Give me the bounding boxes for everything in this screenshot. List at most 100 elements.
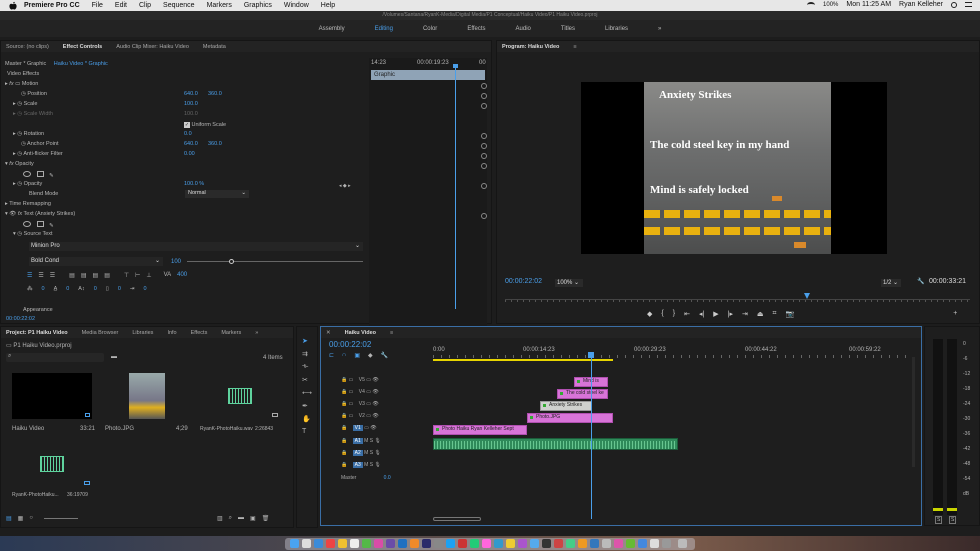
itunes-icon[interactable] <box>374 539 383 548</box>
track-v2[interactable]: 🔒 ▭ V2 ▭ 👁 <box>341 413 379 424</box>
font-family-select[interactable]: Minion Pro ⌄ <box>29 242 363 251</box>
tsume-value[interactable]: 0 <box>118 286 121 292</box>
list-view-icon[interactable]: ▤ <box>6 515 12 522</box>
item-name[interactable]: RyanK-PhotoHaiku... <box>12 492 59 498</box>
workspace-color[interactable]: Color <box>423 26 437 32</box>
thumb-wav-2[interactable] <box>12 441 92 487</box>
type-tool-icon[interactable]: T <box>302 428 312 435</box>
thumb-photo[interactable] <box>129 373 165 419</box>
mini-playhead[interactable] <box>455 64 456 309</box>
menu-sequence[interactable]: Sequence <box>163 2 195 9</box>
menu-markers[interactable]: Markers <box>207 2 232 9</box>
justify-center-icon[interactable]: ▤ <box>81 272 87 279</box>
text-layer-row[interactable]: ▾ 👁 fx Text (Anxiety Strikes) <box>5 211 75 221</box>
position-x-value[interactable]: 640.0 <box>184 91 198 97</box>
solo-left-button[interactable]: S <box>935 516 943 524</box>
pen-mask-icon[interactable]: ✎ <box>49 223 54 229</box>
item-name[interactable]: Photo.JPG <box>105 426 134 432</box>
app-icon[interactable] <box>494 539 503 548</box>
photoshop-icon[interactable] <box>398 539 407 548</box>
new-bin-icon[interactable]: ▬ <box>111 354 117 360</box>
menu-list-icon[interactable] <box>965 2 972 7</box>
mini-playhead-handle[interactable] <box>453 64 458 68</box>
workspace-titles[interactable]: Titles <box>561 26 575 32</box>
scale-value[interactable]: 100.0 <box>184 101 198 107</box>
align-center-icon[interactable]: ☰ <box>38 272 43 279</box>
pen-tool-icon[interactable]: ✒ <box>302 402 312 410</box>
app-icon[interactable] <box>530 539 539 548</box>
track-v3[interactable]: 🔒 ▭ V3 ▭ 👁 <box>341 401 379 412</box>
pen-mask-icon[interactable]: ✎ <box>49 173 54 179</box>
justify-all-icon[interactable]: ▤ <box>104 272 110 279</box>
settings-icon[interactable] <box>434 539 443 548</box>
wifi-icon[interactable] <box>807 1 816 8</box>
menu-help[interactable]: Help <box>321 2 335 9</box>
tab-markers[interactable]: Markers <box>221 330 241 336</box>
item-name[interactable]: RyanK-PhotoHaiku.wav <box>200 426 253 432</box>
trash-icon[interactable] <box>678 539 687 548</box>
ripple-edit-icon[interactable]: ⟛ <box>302 363 312 371</box>
app-menu[interactable]: Premiere Pro CC <box>24 2 80 9</box>
mark-out-icon[interactable]: } <box>673 310 675 318</box>
app-store-icon[interactable] <box>446 539 455 548</box>
slip-tool-icon[interactable]: ⟷ <box>302 389 312 397</box>
clip-cold-steel[interactable]: The cold steel ke <box>557 389 608 399</box>
chrome-icon[interactable] <box>326 539 335 548</box>
settings-wrench-icon[interactable]: 🔧 <box>381 352 388 359</box>
mark-in-icon[interactable]: { <box>661 310 663 318</box>
safari-icon[interactable] <box>314 539 323 548</box>
app-icon[interactable] <box>518 539 527 548</box>
zoom-select[interactable]: 100% ⌄ <box>555 279 583 287</box>
work-area-bar[interactable] <box>433 359 613 361</box>
reset-flicker-icon[interactable] <box>481 153 487 159</box>
calendar-icon[interactable] <box>350 539 359 548</box>
stopwatch-icon[interactable]: ◷ <box>17 101 22 107</box>
tab-libraries[interactable]: Libraries <box>132 330 153 336</box>
thumb-wav[interactable] <box>200 373 280 419</box>
workspaces-more-button[interactable]: » <box>658 26 661 32</box>
app-icon[interactable] <box>590 539 599 548</box>
zoom-out-icon[interactable]: ○ <box>29 515 33 522</box>
reset-scale-icon[interactable] <box>481 103 487 109</box>
reset-opacity-section-icon[interactable] <box>481 163 487 169</box>
selection-tool-icon[interactable]: ➤ <box>302 337 312 345</box>
app-icon[interactable] <box>470 539 479 548</box>
app-icon[interactable] <box>566 539 575 548</box>
lift-icon[interactable]: ⏏ <box>757 310 764 318</box>
ellipse-mask-icon[interactable] <box>23 221 31 227</box>
play-icon[interactable]: ▶ <box>713 310 718 318</box>
workspace-assembly[interactable]: Assembly <box>319 26 345 32</box>
export-frame-icon[interactable]: 📷 <box>785 310 794 318</box>
panel-menu-icon[interactable]: ≡ <box>390 330 393 336</box>
motion-row[interactable]: ▸ fx ▭ Motion <box>5 81 38 91</box>
clock[interactable]: Mon 11:25 AM <box>846 1 891 8</box>
solo-right-button[interactable]: S <box>949 516 957 524</box>
tab-media-browser[interactable]: Media Browser <box>82 330 119 336</box>
track-v1[interactable]: 🔒 V1 ▭ 👁 <box>341 425 377 436</box>
timeline-h-scrollbar[interactable] <box>433 517 481 521</box>
workspace-editing[interactable]: Editing <box>375 26 393 32</box>
menu-graphics[interactable]: Graphics <box>244 2 272 9</box>
thumb-haiku-video[interactable] <box>12 373 92 419</box>
reset-position-icon[interactable] <box>481 93 487 99</box>
workspace-audio[interactable]: Audio <box>516 26 531 32</box>
find-icon[interactable]: ⌕ <box>229 515 232 522</box>
flicker-value[interactable]: 0.00 <box>184 151 195 157</box>
step-back-icon[interactable]: ◂| <box>699 310 704 318</box>
tab-effects[interactable]: Effects <box>191 330 208 336</box>
anchor-x-value[interactable]: 640.0 <box>184 141 198 147</box>
step-forward-icon[interactable]: |▸ <box>728 310 733 318</box>
reset-text-icon[interactable] <box>481 213 487 219</box>
menu-file[interactable]: File <box>92 2 103 9</box>
align-left-icon[interactable]: ☰ <box>27 272 32 279</box>
go-to-out-icon[interactable]: ⇥ <box>742 310 748 318</box>
timeline-timecode[interactable]: 00:00:22:02 <box>329 340 371 349</box>
program-timecode[interactable]: 00:00:22:02 <box>505 278 542 285</box>
track-v5[interactable]: 🔒 ▭ V5 ▭ 👁 <box>341 377 379 388</box>
timeline-playhead[interactable] <box>591 357 592 519</box>
font-size-slider[interactable] <box>187 261 363 262</box>
effect-controls-timecode[interactable]: 00:00:22:02 <box>6 316 35 326</box>
finder-icon[interactable] <box>290 539 299 548</box>
tab-haiku-video[interactable]: Haiku Video <box>345 330 376 336</box>
track-a3[interactable]: 🔒 A3 M S 🎙 <box>341 462 381 473</box>
